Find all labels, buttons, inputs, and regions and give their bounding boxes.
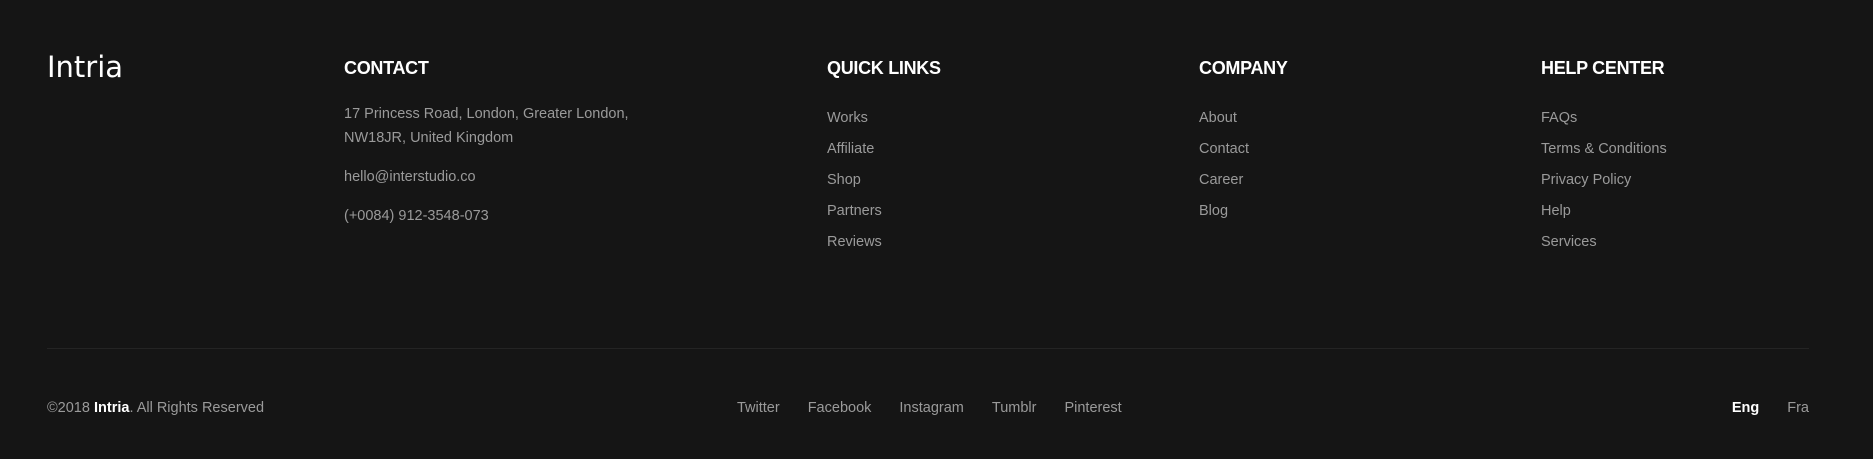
copyright-suffix: . All Rights Reserved — [129, 400, 265, 416]
social-link-instagram[interactable]: Instagram — [899, 398, 963, 418]
copyright: ©2018 Intria. All Rights Reserved — [47, 398, 264, 418]
quick-links-list: Works Affiliate Shop Partners Reviews — [827, 103, 941, 258]
social-link-twitter[interactable]: Twitter — [737, 398, 780, 418]
contact-column: CONTACT 17 Princess Road, London, Greate… — [344, 57, 644, 228]
help-link-help[interactable]: Help — [1541, 196, 1667, 227]
help-center-column: HELP CENTER FAQs Terms & Conditions Priv… — [1541, 57, 1667, 258]
quick-link-affiliate[interactable]: Affiliate — [827, 134, 941, 165]
help-center-heading: HELP CENTER — [1541, 58, 1665, 78]
language-switcher: Eng Fra — [1732, 398, 1809, 418]
contact-address: 17 Princess Road, London, Greater London… — [344, 102, 644, 150]
copyright-prefix: ©2018 — [47, 400, 94, 416]
company-column: COMPANY About Contact Career Blog — [1199, 57, 1288, 227]
language-option-eng[interactable]: Eng — [1732, 398, 1759, 418]
quick-link-reviews[interactable]: Reviews — [827, 227, 941, 258]
contact-email[interactable]: hello@interstudio.co — [344, 165, 644, 189]
quick-links-heading: QUICK LINKS — [827, 58, 941, 78]
copyright-brand: Intria — [93, 400, 130, 416]
company-link-contact[interactable]: Contact — [1199, 134, 1288, 165]
help-center-list: FAQs Terms & Conditions Privacy Policy H… — [1541, 103, 1667, 258]
company-link-career[interactable]: Career — [1199, 165, 1288, 196]
quick-link-shop[interactable]: Shop — [827, 165, 941, 196]
quick-links-column: QUICK LINKS Works Affiliate Shop Partner… — [827, 57, 941, 258]
quick-link-works[interactable]: Works — [827, 103, 941, 134]
help-link-services[interactable]: Services — [1541, 227, 1667, 258]
company-list: About Contact Career Blog — [1199, 103, 1288, 227]
contact-address-line2: NW18JR, United Kingdom — [344, 130, 514, 146]
contact-phone[interactable]: (+0084) 912-3548-073 — [344, 204, 644, 228]
company-link-blog[interactable]: Blog — [1199, 196, 1288, 227]
site-footer: Intria CONTACT 17 Princess Road, London,… — [0, 0, 1873, 459]
help-link-faqs[interactable]: FAQs — [1541, 103, 1667, 134]
help-link-terms[interactable]: Terms & Conditions — [1541, 134, 1667, 165]
social-link-tumblr[interactable]: Tumblr — [992, 398, 1037, 418]
social-link-facebook[interactable]: Facebook — [808, 398, 872, 418]
quick-link-partners[interactable]: Partners — [827, 196, 941, 227]
language-option-fra[interactable]: Fra — [1787, 398, 1809, 418]
contact-heading: CONTACT — [344, 58, 429, 78]
company-heading: COMPANY — [1199, 58, 1288, 78]
brand-logo[interactable]: Intria — [47, 50, 123, 84]
footer-divider — [47, 348, 1809, 349]
social-link-pinterest[interactable]: Pinterest — [1064, 398, 1121, 418]
help-link-privacy[interactable]: Privacy Policy — [1541, 165, 1667, 196]
company-link-about[interactable]: About — [1199, 103, 1288, 134]
social-links: Twitter Facebook Instagram Tumblr Pinter… — [737, 398, 1122, 418]
contact-address-line1: 17 Princess Road, London, Greater London… — [344, 106, 629, 122]
